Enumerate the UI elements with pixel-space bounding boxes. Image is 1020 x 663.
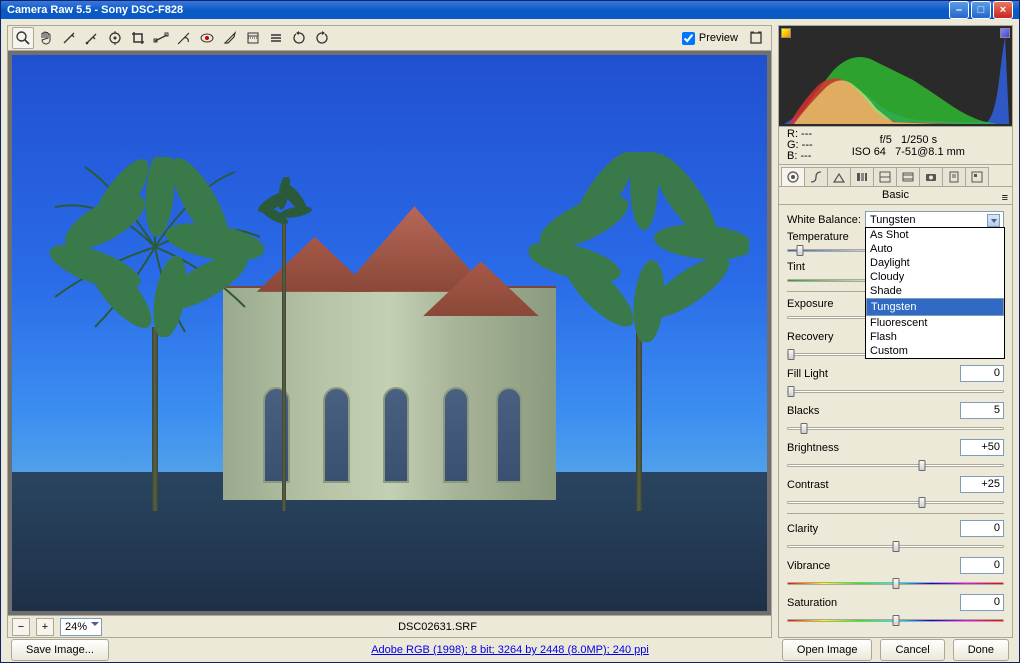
wb-opt-cloudy[interactable]: Cloudy (866, 270, 1004, 284)
wb-opt-daylight[interactable]: Daylight (866, 256, 1004, 270)
clarity-label: Clarity (787, 523, 865, 535)
open-image-button[interactable]: Open Image (782, 639, 873, 661)
meta-aperture: f/5 (880, 134, 892, 146)
zoom-tool[interactable] (12, 27, 34, 49)
exposure-label: Exposure (787, 298, 865, 310)
workflow-link[interactable]: Adobe RGB (1998); 8 bit; 3264 by 2448 (8… (371, 644, 649, 656)
zoom-select[interactable]: 24% (60, 618, 102, 636)
metadata-box: R: --- G: --- B: --- f/5 1/250 s ISO 64 … (778, 127, 1013, 165)
bright-input[interactable]: +50 (960, 439, 1004, 456)
targeted-adjustment-tool[interactable] (104, 27, 126, 49)
color-sampler-tool[interactable] (81, 27, 103, 49)
preview-area[interactable] (7, 51, 772, 616)
rotate-cw-tool[interactable] (311, 27, 333, 49)
adjustment-brush-tool[interactable] (219, 27, 241, 49)
filename-label: DSC02631.SRF (108, 621, 767, 633)
preview-image (12, 55, 767, 611)
clarity-input[interactable]: 0 (960, 520, 1004, 537)
panel-tabs (778, 165, 1013, 187)
fullscreen-button[interactable] (745, 27, 767, 49)
close-button[interactable]: × (993, 1, 1013, 19)
meta-iso: ISO 64 (852, 146, 886, 158)
red-eye-tool[interactable] (196, 27, 218, 49)
contrast-slider[interactable] (787, 495, 1004, 509)
saturation-slider[interactable] (787, 613, 1004, 627)
contrast-label: Contrast (787, 479, 865, 491)
fill-input[interactable]: 0 (960, 365, 1004, 382)
wb-opt-fluorescent[interactable]: Fluorescent (866, 316, 1004, 330)
panel-header: Basic ≡ (778, 187, 1013, 205)
highlight-clip-warning[interactable] (1000, 28, 1010, 38)
tab-lens-corrections[interactable] (896, 167, 920, 186)
wb-opt-custom[interactable]: Custom (866, 344, 1004, 358)
white-balance-tool[interactable] (58, 27, 80, 49)
tab-snapshots[interactable] (965, 167, 989, 186)
fill-slider[interactable] (787, 384, 1004, 398)
saturation-input[interactable]: 0 (960, 594, 1004, 611)
wb-opt-flash[interactable]: Flash (866, 330, 1004, 344)
tab-split-toning[interactable] (873, 167, 897, 186)
recovery-label: Recovery (787, 331, 865, 343)
tab-basic[interactable] (781, 167, 805, 186)
crop-tool[interactable] (127, 27, 149, 49)
status-bar: − + 24% DSC02631.SRF (7, 616, 772, 638)
save-image-button[interactable]: Save Image... (11, 639, 109, 661)
toolbar: Preview (7, 25, 772, 51)
wb-opt-shade[interactable]: Shade (866, 284, 1004, 298)
tab-tone-curve[interactable] (804, 167, 828, 186)
shadow-clip-warning[interactable] (781, 28, 791, 38)
blacks-input[interactable]: 5 (960, 402, 1004, 419)
vibrance-label: Vibrance (787, 560, 865, 572)
tab-presets[interactable] (942, 167, 966, 186)
meta-b: B: --- (787, 151, 813, 162)
tab-detail[interactable] (827, 167, 851, 186)
graduated-filter-tool[interactable] (242, 27, 264, 49)
spot-removal-tool[interactable] (173, 27, 195, 49)
camera-raw-window: Camera Raw 5.5 - Sony DSC-F828 – □ × (0, 0, 1020, 663)
window-title: Camera Raw 5.5 - Sony DSC-F828 (7, 4, 183, 16)
tab-camera-calibration[interactable] (919, 167, 943, 186)
saturation-label: Saturation (787, 597, 865, 609)
meta-shutter: 1/250 s (901, 134, 937, 146)
basic-panel: White Balance: Tungsten As Shot Auto Day… (778, 205, 1013, 638)
bright-label: Brightness (787, 442, 865, 454)
blacks-label: Blacks (787, 405, 865, 417)
straighten-tool[interactable] (150, 27, 172, 49)
cancel-button[interactable]: Cancel (880, 639, 944, 661)
preferences-tool[interactable] (265, 27, 287, 49)
blacks-slider[interactable] (787, 421, 1004, 435)
histogram (778, 25, 1013, 127)
contrast-input[interactable]: +25 (960, 476, 1004, 493)
footer: Save Image... Adobe RGB (1998); 8 bit; 3… (1, 638, 1019, 662)
zoom-in-button[interactable]: + (36, 618, 54, 636)
fill-label: Fill Light (787, 368, 865, 380)
temp-label: Temperature (787, 231, 865, 243)
wb-label: White Balance: (787, 214, 865, 226)
preview-checkbox[interactable]: Preview (682, 32, 738, 45)
clarity-slider[interactable] (787, 539, 1004, 553)
wb-opt-auto[interactable]: Auto (866, 242, 1004, 256)
minimize-button[interactable]: – (949, 1, 969, 19)
meta-lens: 7-51@8.1 mm (895, 146, 965, 158)
tint-label: Tint (787, 261, 865, 273)
wb-opt-tungsten[interactable]: Tungsten (866, 298, 1004, 316)
tab-hsl[interactable] (850, 167, 874, 186)
done-button[interactable]: Done (953, 639, 1009, 661)
maximize-button[interactable]: □ (971, 1, 991, 19)
vibrance-slider[interactable] (787, 576, 1004, 590)
bright-slider[interactable] (787, 458, 1004, 472)
rotate-ccw-tool[interactable] (288, 27, 310, 49)
hand-tool[interactable] (35, 27, 57, 49)
wb-opt-as-shot[interactable]: As Shot (866, 228, 1004, 242)
titlebar: Camera Raw 5.5 - Sony DSC-F828 – □ × (1, 1, 1019, 19)
zoom-out-button[interactable]: − (12, 618, 30, 636)
vibrance-input[interactable]: 0 (960, 557, 1004, 574)
wb-dropdown[interactable]: As Shot Auto Daylight Cloudy Shade Tungs… (865, 227, 1005, 359)
